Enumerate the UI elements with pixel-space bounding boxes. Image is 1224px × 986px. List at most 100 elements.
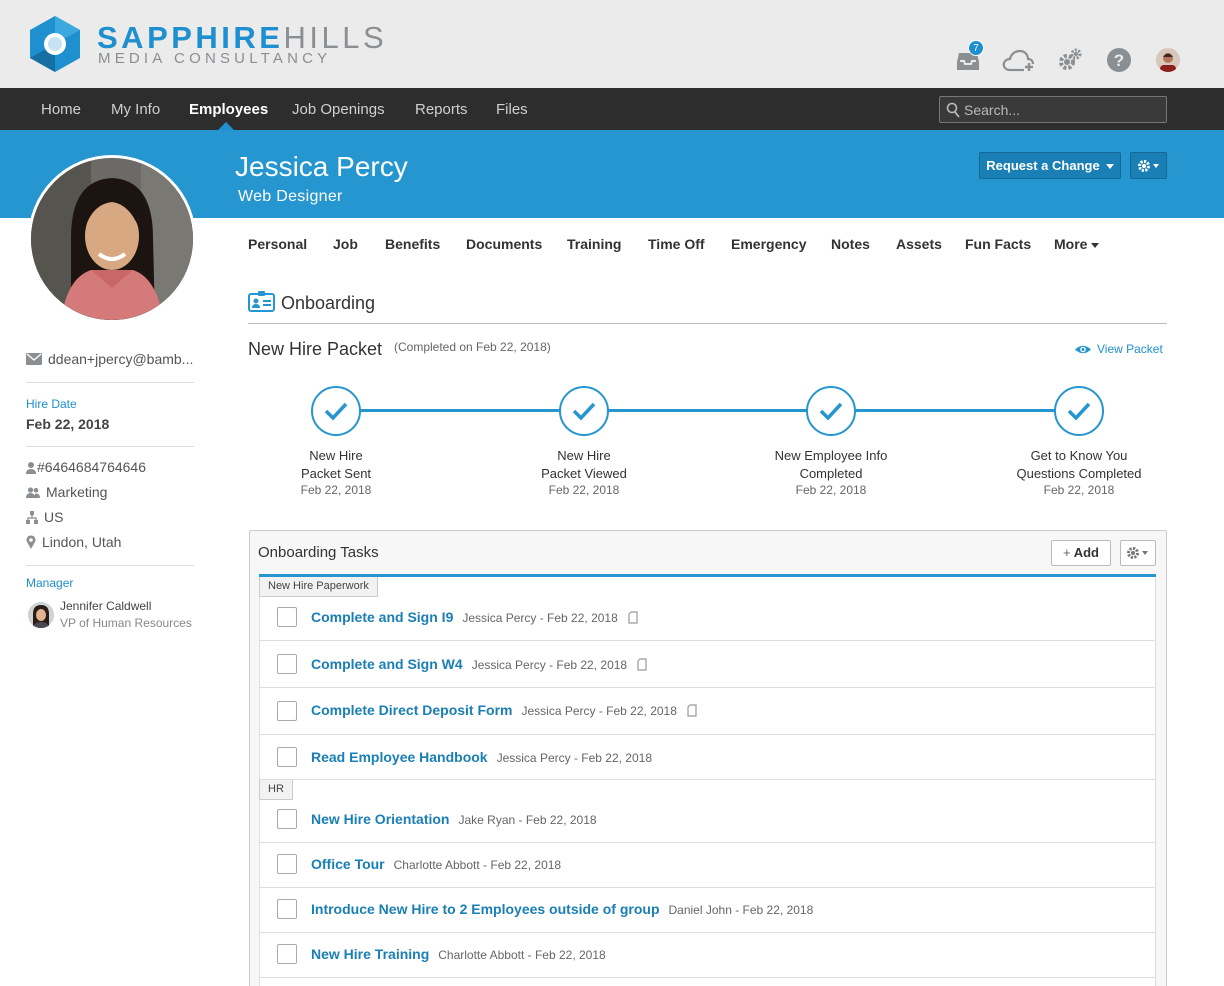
task-row: Complete and Sign I9 Jessica Percy - Feb … xyxy=(259,595,1156,641)
step-date: Feb 22, 2018 xyxy=(1043,483,1115,497)
section-divider xyxy=(248,323,1167,324)
tab-emergency[interactable]: Emergency xyxy=(731,236,806,252)
plus-icon: + xyxy=(1062,545,1071,560)
tasks-header-rule xyxy=(259,574,1156,577)
inbox-button[interactable]: 7 xyxy=(952,40,984,76)
tab-time-off[interactable]: Time Off xyxy=(648,236,705,252)
view-packet-label: View Packet xyxy=(1097,342,1163,356)
people-group-icon xyxy=(26,486,40,498)
org-chart-icon xyxy=(26,510,38,524)
employee-photo xyxy=(28,155,196,323)
task-checkbox[interactable] xyxy=(277,854,297,874)
tab-documents[interactable]: Documents xyxy=(466,236,542,252)
top-header: SAPPHIREHILLS MEDIA CONSULTANCY 7 ? xyxy=(0,0,1224,88)
active-nav-indicator xyxy=(218,122,234,130)
request-change-button[interactable]: Request a Change xyxy=(979,152,1121,179)
packet-completed-status: (Completed on Feb 22, 2018) xyxy=(394,340,551,354)
task-meta: Jessica Percy - Feb 22, 2018 xyxy=(496,751,653,765)
progress-connector xyxy=(608,409,808,412)
add-task-label: Add xyxy=(1073,545,1099,560)
step-complete-indicator xyxy=(1054,386,1104,436)
employee-number: #6464684764646 xyxy=(26,459,146,475)
manager-avatar[interactable] xyxy=(28,602,54,628)
task-checkbox[interactable] xyxy=(277,607,297,627)
task-link[interactable]: New Hire Orientation Jake Ryan - Feb 22, … xyxy=(311,811,597,827)
task-checkbox[interactable] xyxy=(277,701,297,721)
tab-fun-facts[interactable]: Fun Facts xyxy=(965,236,1031,252)
nav-my-info[interactable]: My Info xyxy=(111,101,160,118)
user-avatar xyxy=(1156,48,1180,72)
employee-email-text: ddean+jpercy@bamb... xyxy=(48,351,194,367)
help-button[interactable]: ? xyxy=(1103,44,1135,76)
tab-personal[interactable]: Personal xyxy=(248,236,307,252)
task-row: New Hire Orientation Jake Ryan - Feb 22, … xyxy=(259,798,1156,843)
task-row: Complete and Sign W4 Jessica Percy - Feb … xyxy=(259,641,1156,688)
tab-job[interactable]: Job xyxy=(333,236,358,252)
settings-gears-icon xyxy=(1059,48,1082,70)
tab-training[interactable]: Training xyxy=(567,236,621,252)
employee-email[interactable]: ddean+jpercy@bamb... xyxy=(26,351,193,367)
tab-assets[interactable]: Assets xyxy=(896,236,942,252)
task-meta: Jessica Percy - Feb 22, 2018 xyxy=(521,704,677,718)
user-menu-button[interactable] xyxy=(1152,44,1184,76)
checkmark-icon xyxy=(1067,402,1091,421)
task-checkbox[interactable] xyxy=(277,899,297,919)
step-label: New Hire Packet Sent xyxy=(300,448,372,481)
header-icon-tray: 7 ? xyxy=(952,40,1184,76)
task-checkbox[interactable] xyxy=(277,809,297,829)
task-checkbox[interactable] xyxy=(277,747,297,767)
task-row: Introduce New Hire to 2 Employees outsid… xyxy=(259,888,1156,933)
manager-title: VP of Human Resources xyxy=(60,616,192,630)
view-packet-link[interactable]: View Packet xyxy=(1074,342,1163,356)
settings-button[interactable] xyxy=(1054,44,1086,76)
employee-name: Jessica Percy xyxy=(235,151,408,182)
sidebar-divider xyxy=(26,565,194,566)
inbox-badge: 7 xyxy=(968,40,984,56)
cloud-upload-button[interactable] xyxy=(1001,44,1037,76)
task-meta: Jake Ryan - Feb 22, 2018 xyxy=(458,813,597,827)
nav-files[interactable]: Files xyxy=(496,101,528,118)
add-task-button[interactable]: + Add xyxy=(1051,540,1111,566)
company-logo[interactable]: SAPPHIREHILLS MEDIA CONSULTANCY xyxy=(27,14,384,74)
checkmark-icon xyxy=(324,402,348,421)
manager-name[interactable]: Jennifer Caldwell xyxy=(60,599,151,613)
step-date: Feb 22, 2018 xyxy=(795,483,867,497)
cloud-upload-icon xyxy=(1002,49,1035,72)
caret-down-icon xyxy=(1091,242,1100,248)
nav-employees[interactable]: Employees xyxy=(189,101,268,118)
task-link[interactable]: Complete Direct Deposit Form Jessica Perc… xyxy=(311,702,697,718)
task-row: Read Employee Handbook Jessica Percy - Fe… xyxy=(259,735,1156,780)
new-hire-packet-title: New Hire Packet xyxy=(248,339,383,359)
tab-more[interactable]: More xyxy=(1054,236,1100,252)
task-checkbox[interactable] xyxy=(277,654,297,674)
task-link[interactable]: Complete and Sign I9 Jessica Percy - Feb … xyxy=(311,609,638,625)
task-meta: Jessica Percy - Feb 22, 2018 xyxy=(471,658,628,672)
caret-down-icon xyxy=(1105,164,1114,170)
task-link[interactable]: Office Tour Charlotte Abbott - Feb 22, 20… xyxy=(311,856,561,872)
search-icon xyxy=(946,102,960,118)
task-link[interactable]: Complete and Sign W4 Jessica Percy - Feb … xyxy=(311,656,647,672)
tasks-settings-button[interactable] xyxy=(1120,540,1156,566)
onboarding-section-title: Onboarding xyxy=(281,293,376,313)
step-date: Feb 22, 2018 xyxy=(300,483,372,497)
logo-tagline: MEDIA CONSULTANCY xyxy=(98,50,332,67)
document-icon[interactable] xyxy=(687,704,697,717)
banner-settings-button[interactable] xyxy=(1130,152,1167,179)
nav-reports[interactable]: Reports xyxy=(415,101,468,118)
tab-benefits[interactable]: Benefits xyxy=(385,236,440,252)
tab-notes[interactable]: Notes xyxy=(831,236,870,252)
document-icon[interactable] xyxy=(628,611,638,624)
logo-hexagon-icon xyxy=(30,16,80,72)
task-link[interactable]: New Hire Training Charlotte Abbott - Feb … xyxy=(311,946,606,962)
document-icon[interactable] xyxy=(637,658,647,671)
employee-number-text: #6464684764646 xyxy=(37,459,147,475)
task-checkbox[interactable] xyxy=(277,944,297,964)
task-meta: Charlotte Abbott - Feb 22, 2018 xyxy=(438,948,606,962)
search-input[interactable] xyxy=(964,100,1160,119)
task-link[interactable]: Read Employee Handbook Jessica Percy - Fe… xyxy=(311,749,652,765)
task-row: Complete Direct Deposit Form Jessica Perc… xyxy=(259,688,1156,735)
nav-job-openings[interactable]: Job Openings xyxy=(292,101,385,118)
nav-home[interactable]: Home xyxy=(41,101,81,118)
task-link[interactable]: Introduce New Hire to 2 Employees outsid… xyxy=(311,901,813,917)
task-meta: Jessica Percy - Feb 22, 2018 xyxy=(462,611,618,625)
